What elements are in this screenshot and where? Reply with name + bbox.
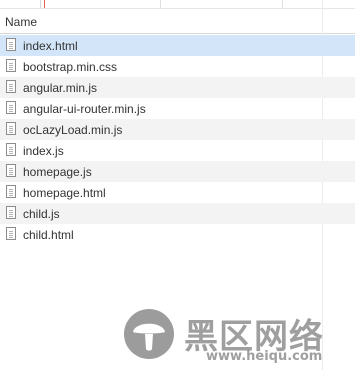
- document-icon: [6, 38, 16, 51]
- timeline-gridline: [40, 0, 41, 8]
- request-name: ocLazyLoad.min.js: [23, 123, 123, 137]
- document-icon: [6, 59, 16, 72]
- request-name: angular-ui-router.min.js: [23, 102, 146, 116]
- timeline-gridline: [282, 0, 283, 8]
- document-icon: [6, 143, 16, 156]
- timeline-gridline: [160, 0, 161, 8]
- document-icon: [6, 206, 16, 219]
- request-name: homepage.js: [23, 165, 92, 179]
- request-row[interactable]: ocLazyLoad.min.js: [0, 119, 355, 140]
- request-name: angular.min.js: [23, 81, 98, 95]
- document-icon: [6, 164, 16, 177]
- document-icon: [6, 227, 16, 240]
- document-icon: [6, 185, 16, 198]
- request-row[interactable]: index.js: [0, 140, 355, 161]
- request-name: child.js: [23, 207, 60, 221]
- request-name: bootstrap.min.css: [23, 60, 118, 74]
- request-table-header: Name: [0, 9, 355, 34]
- name-column-header[interactable]: Name: [5, 15, 37, 29]
- watermark-url: www.heiqu.com: [206, 349, 323, 364]
- request-row[interactable]: child.js: [0, 203, 355, 224]
- request-row[interactable]: child.html: [0, 224, 355, 245]
- timeline-overview[interactable]: [0, 0, 355, 9]
- request-row[interactable]: angular.min.js: [0, 77, 355, 98]
- request-row[interactable]: angular-ui-router.min.js: [0, 98, 355, 119]
- document-icon: [6, 101, 16, 114]
- request-name: child.html: [23, 228, 74, 242]
- request-name: index.js: [23, 144, 64, 158]
- request-row[interactable]: homepage.js: [0, 161, 355, 182]
- mushroom-logo-icon: [124, 309, 174, 359]
- request-row[interactable]: bootstrap.min.css: [0, 56, 355, 77]
- site-watermark: 黑区网络 www.heiqu.com: [118, 305, 353, 367]
- request-row[interactable]: index.html: [0, 35, 355, 56]
- request-name: index.html: [23, 39, 78, 53]
- network-panel: Name index.html bootstrap.min.css angula…: [0, 0, 355, 370]
- timeline-load-marker: [44, 0, 45, 8]
- document-icon: [6, 122, 16, 135]
- request-list: index.html bootstrap.min.css angular.min…: [0, 35, 355, 245]
- request-name: homepage.html: [23, 186, 106, 200]
- document-icon: [6, 80, 16, 93]
- request-row[interactable]: homepage.html: [0, 182, 355, 203]
